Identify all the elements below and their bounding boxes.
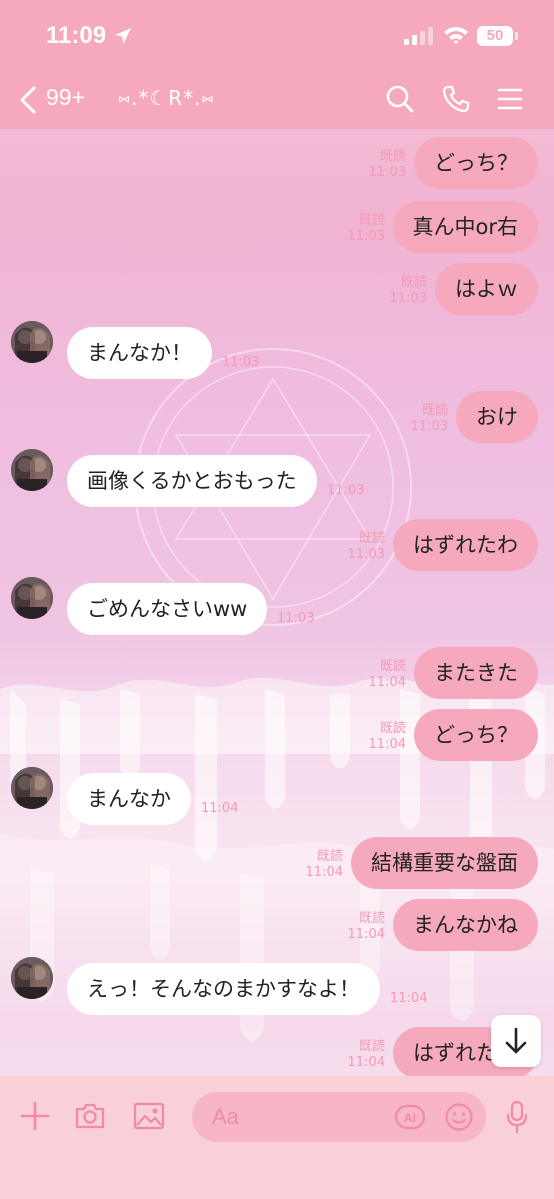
avatar[interactable] xyxy=(11,767,53,809)
incoming-message-bubble[interactable]: まんなか！ xyxy=(67,327,212,379)
message-time: 11:03 xyxy=(368,165,406,180)
message-row-outgoing: またきた 既読 11:04 xyxy=(0,647,554,699)
status-time: 11:09 xyxy=(46,22,107,49)
svg-text:AI: AI xyxy=(404,1111,416,1125)
avatar[interactable] xyxy=(11,321,53,363)
read-receipt: 既読 xyxy=(358,213,385,228)
outgoing-message-bubble[interactable]: 結構重要な盤面 xyxy=(351,837,538,889)
plus-icon[interactable] xyxy=(20,1101,50,1131)
arrow-down-icon xyxy=(505,1027,527,1054)
message-row-incoming: えっ！そんなのまかすなよ！ 11:04 xyxy=(0,957,554,1015)
message-row-outgoing: はずれたわ 既読 11:04 xyxy=(0,1027,554,1076)
message-time: 11:03 xyxy=(410,419,448,434)
read-receipt: 既読 xyxy=(358,911,385,926)
outgoing-message-bubble[interactable]: またきた xyxy=(414,647,538,699)
message-time: 11:03 xyxy=(347,229,385,244)
read-receipt: 既読 xyxy=(358,1039,385,1054)
location-arrow-icon xyxy=(115,28,131,44)
message-input-placeholder: Aa xyxy=(212,1104,239,1129)
chat-header: 99+ ⑅.*☾R*.⑅ xyxy=(0,70,554,129)
message-input[interactable]: Aa AI xyxy=(192,1092,486,1142)
message-list[interactable]: どっち？ 既読 11:03 真ん中or右 既読 11:03 はよｗ 既読 11:03 まんなか！ 1… xyxy=(0,129,554,1076)
message-row-outgoing: 結構重要な盤面 既読 11:04 xyxy=(0,837,554,889)
message-row-outgoing: どっち？ 既読 11:03 xyxy=(0,137,554,189)
message-time: 11:04 xyxy=(368,737,406,752)
message-row-incoming: まんなか 11:04 xyxy=(0,767,554,825)
avatar[interactable] xyxy=(11,449,53,491)
camera-icon[interactable] xyxy=(74,1101,106,1131)
message-input-bar: Aa AI xyxy=(0,1076,554,1199)
chevron-left-icon[interactable] xyxy=(18,86,38,114)
incoming-message-bubble[interactable]: まんなか xyxy=(67,773,191,825)
message-row-outgoing: まんなかね 既読 11:04 xyxy=(0,899,554,951)
back-unread-count[interactable]: 99+ xyxy=(46,84,85,111)
message-time: 11:03 xyxy=(347,547,385,562)
message-row-outgoing: どっち？ 既読 11:04 xyxy=(0,709,554,761)
incoming-message-bubble[interactable]: 画像くるかとおもった xyxy=(67,455,317,507)
message-time: 11:03 xyxy=(389,291,427,306)
scroll-to-bottom-button[interactable] xyxy=(491,1015,541,1067)
read-receipt: 既読 xyxy=(379,659,406,674)
message-meta: 既読 11:03 xyxy=(369,149,406,181)
incoming-message-bubble[interactable]: ごめんなさいww xyxy=(67,583,268,635)
phone-icon[interactable] xyxy=(441,84,471,114)
wifi-icon xyxy=(444,27,468,44)
message-row-incoming: 画像くるかとおもった 11:03 xyxy=(0,449,554,507)
message-row-outgoing: おけ 既読 11:03 xyxy=(0,391,554,443)
message-time: 11:04 xyxy=(390,991,428,1006)
outgoing-message-bubble[interactable]: どっち？ xyxy=(414,709,538,761)
outgoing-message-bubble[interactable]: まんなかね xyxy=(393,899,538,951)
cellular-signal-icon xyxy=(404,27,433,45)
battery-indicator: 50 xyxy=(477,26,513,46)
message-time: 11:04 xyxy=(347,927,385,942)
message-time: 11:03 xyxy=(327,483,365,498)
message-time: 11:04 xyxy=(305,865,343,880)
incoming-message-bubble[interactable]: えっ！そんなのまかすなよ！ xyxy=(67,963,380,1015)
message-time: 11:04 xyxy=(347,1055,385,1070)
mic-icon[interactable] xyxy=(505,1100,529,1134)
image-icon[interactable] xyxy=(133,1101,165,1131)
message-meta: 既読 11:04 xyxy=(348,1039,385,1071)
message-meta: 既読 11:04 xyxy=(369,659,406,691)
message-time: 11:04 xyxy=(201,801,239,816)
battery-tip xyxy=(515,32,518,40)
outgoing-message-bubble[interactable]: 真ん中or右 xyxy=(392,201,538,253)
read-receipt: 既読 xyxy=(421,403,448,418)
message-meta: 既読 11:04 xyxy=(348,911,385,943)
chat-title[interactable]: ⑅.*☾R*.⑅ xyxy=(118,86,215,110)
message-row-incoming: ごめんなさいww 11:03 xyxy=(0,577,554,635)
message-time: 11:03 xyxy=(222,355,260,370)
message-meta: 既読 11:03 xyxy=(390,275,427,307)
read-receipt: 既読 xyxy=(379,149,406,164)
message-meta: 既読 11:04 xyxy=(369,721,406,753)
outgoing-message-bubble[interactable]: はよｗ xyxy=(435,263,538,315)
read-receipt: 既読 xyxy=(358,531,385,546)
read-receipt: 既読 xyxy=(379,721,406,736)
message-row-outgoing: はずれたわ 既読 11:03 xyxy=(0,519,554,571)
message-meta: 既読 11:03 xyxy=(348,531,385,563)
message-meta: 既読 11:03 xyxy=(348,213,385,245)
message-row-outgoing: はよｗ 既読 11:03 xyxy=(0,263,554,315)
outgoing-message-bubble[interactable]: おけ xyxy=(456,391,538,443)
status-bar: 11:09 50 xyxy=(0,0,554,70)
message-meta: 既読 11:03 xyxy=(411,403,448,435)
message-meta: 既読 11:04 xyxy=(306,849,343,881)
outgoing-message-bubble[interactable]: どっち？ xyxy=(414,137,538,189)
message-row-outgoing: 真ん中or右 既読 11:03 xyxy=(0,201,554,253)
message-time: 11:03 xyxy=(277,611,315,626)
message-time: 11:04 xyxy=(368,675,406,690)
search-icon[interactable] xyxy=(385,84,415,114)
message-row-incoming: まんなか！ 11:03 xyxy=(0,321,554,379)
emoji-icon[interactable] xyxy=(444,1102,474,1132)
read-receipt: 既読 xyxy=(400,275,427,290)
outgoing-message-bubble[interactable]: はずれたわ xyxy=(393,519,538,571)
read-receipt: 既読 xyxy=(316,849,343,864)
menu-icon[interactable] xyxy=(497,84,523,114)
avatar[interactable] xyxy=(11,577,53,619)
ai-icon[interactable]: AI xyxy=(394,1103,426,1131)
avatar[interactable] xyxy=(11,957,53,999)
